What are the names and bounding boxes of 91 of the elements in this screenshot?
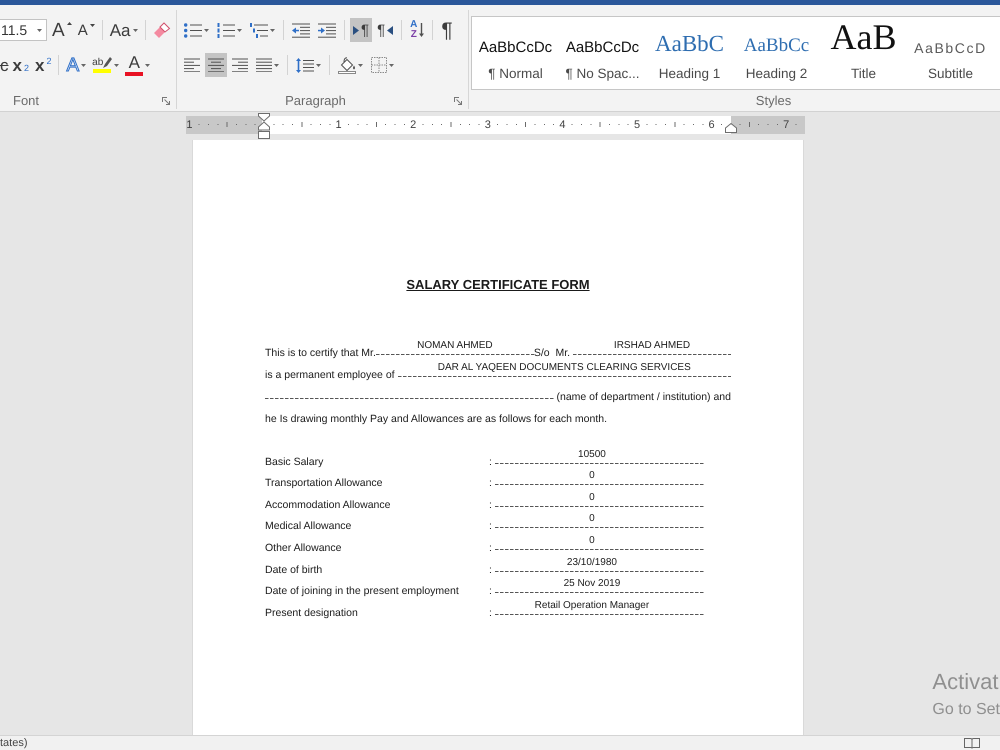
- fill-in-line[interactable]: 10500: [494, 448, 705, 469]
- change-case-button[interactable]: Aa: [108, 18, 140, 42]
- document-title: SALARY CERTIFICATE FORM: [406, 277, 590, 293]
- style-option[interactable]: AaB Title: [820, 17, 907, 89]
- status-text: tates): [0, 736, 28, 750]
- justify-icon: [256, 58, 272, 72]
- subscript-button[interactable]: x 2: [10, 53, 31, 77]
- paint-bucket-icon: [338, 56, 356, 74]
- caret-icon: [37, 28, 42, 32]
- body-text: This is to certify that Mr.: [265, 346, 376, 360]
- field-label: Medical Allowance: [265, 519, 352, 534]
- caret-down-icon: [90, 24, 95, 27]
- activation-notice-title: Activat: [932, 669, 998, 695]
- eraser-icon: [152, 22, 170, 38]
- align-center-icon: [208, 58, 224, 72]
- dialog-launcher-icon[interactable]: [454, 97, 462, 105]
- fill-in-line[interactable]: IRSHAD AHMED: [572, 340, 731, 360]
- label-colon: :: [489, 498, 492, 512]
- align-right-icon: [232, 58, 248, 72]
- fill-in-line[interactable]: NOMAN AHMED: [376, 340, 534, 360]
- ruler-number: 2: [410, 118, 416, 133]
- triangle-left-icon: [387, 26, 394, 34]
- right-indent-marker-icon[interactable]: [725, 123, 737, 133]
- body-text: S/o Mr.: [534, 346, 572, 360]
- shrink-font-button[interactable]: A: [76, 18, 97, 42]
- decrease-indent-icon: [292, 22, 310, 38]
- font-color-button[interactable]: A: [123, 53, 152, 77]
- highlight-button[interactable]: ab: [90, 53, 122, 77]
- style-option[interactable]: AaBbC Heading 1: [646, 17, 733, 89]
- dialog-launcher-icon[interactable]: [162, 97, 170, 105]
- align-left-icon: [184, 58, 200, 72]
- ruler-number: 1: [186, 118, 192, 133]
- right-to-left-button[interactable]: ¶: [374, 18, 396, 42]
- book-icon[interactable]: [964, 738, 980, 748]
- increase-indent-icon: [318, 22, 336, 38]
- label-colon: :: [489, 606, 492, 620]
- label-colon: :: [489, 476, 492, 490]
- ruler-number: 5: [634, 118, 640, 133]
- label-colon: :: [489, 519, 492, 534]
- fill-in-line[interactable]: 23/10/1980: [494, 556, 705, 577]
- line-spacing-icon: [296, 58, 314, 72]
- down-arrow-icon: [419, 23, 424, 37]
- style-option[interactable]: AaBbCcD Subtitle: [907, 17, 994, 89]
- fill-in-line[interactable]: 0: [494, 534, 705, 555]
- fill-in-line[interactable]: 25 Nov 2019: [494, 578, 705, 598]
- field-label: Date of birth: [265, 562, 322, 577]
- label-colon: :: [489, 562, 492, 577]
- grow-font-button[interactable]: A: [50, 18, 74, 42]
- body-text: (name of department / institution) and: [555, 390, 731, 404]
- fill-in-line[interactable]: DAR AL YAQEEN DOCUMENTS CLEARING SERVICES: [398, 362, 731, 382]
- fill-in-line[interactable]: 0: [494, 492, 705, 512]
- group-label: Paragraph: [285, 93, 346, 109]
- numbered-list-icon: [217, 22, 235, 38]
- ruler-number: 7: [783, 118, 790, 133]
- style-option[interactable]: AaBbCcDc ¶ No Spac...: [559, 17, 646, 89]
- strikethrough-button[interactable]: c: [0, 53, 8, 77]
- multilevel-list-icon: [250, 22, 268, 38]
- group-label: Styles: [756, 93, 792, 109]
- activation-notice-text: Go to Set: [932, 700, 1000, 720]
- show-formatting-marks-button[interactable]: ¶: [438, 18, 456, 42]
- ruler-number: 3: [484, 118, 491, 133]
- field-label: Present designation: [265, 606, 358, 620]
- ruler-number: 4: [559, 118, 566, 133]
- borders-icon: [371, 57, 387, 73]
- label-colon: :: [489, 540, 492, 555]
- group-label: Font: [13, 93, 40, 109]
- ruler-number: 1: [336, 118, 342, 133]
- label-colon: :: [489, 584, 492, 598]
- fill-in-line[interactable]: 0: [494, 513, 705, 534]
- sort-button[interactable]: A Z: [407, 18, 428, 42]
- marker-pen-icon: [103, 57, 112, 68]
- body-text: is a permanent employee of: [265, 368, 396, 382]
- field-label: Basic Salary: [265, 454, 324, 469]
- caret-up-icon: [66, 22, 72, 25]
- body-text: he Is drawing monthly Pay and Allowances are as follows for each month.: [265, 412, 608, 426]
- font-size-field[interactable]: 11.5: [0, 19, 47, 41]
- label-colon: :: [489, 454, 492, 469]
- style-option[interactable]: AaBbCc Heading 2: [733, 17, 820, 89]
- left-to-right-button[interactable]: ¶: [350, 18, 372, 42]
- fill-in-line[interactable]: Retail Operation Manager: [494, 600, 705, 620]
- ruler-number: 6: [708, 118, 715, 133]
- fill-in-line[interactable]: 0: [494, 470, 705, 490]
- bullet-list-icon: [184, 22, 202, 38]
- field-label: Date of joining in the present employment: [265, 584, 459, 598]
- style-option[interactable]: AaBbCcDc ¶ Normal: [472, 17, 559, 89]
- triangle-right-icon: [353, 26, 359, 34]
- center-button[interactable]: [205, 53, 227, 77]
- field-label: Accommodation Allowance: [265, 498, 390, 512]
- left-indent-marker-icon[interactable]: [258, 113, 270, 139]
- field-label: Transportation Allowance: [265, 476, 383, 490]
- field-label: Other Allowance: [265, 540, 342, 555]
